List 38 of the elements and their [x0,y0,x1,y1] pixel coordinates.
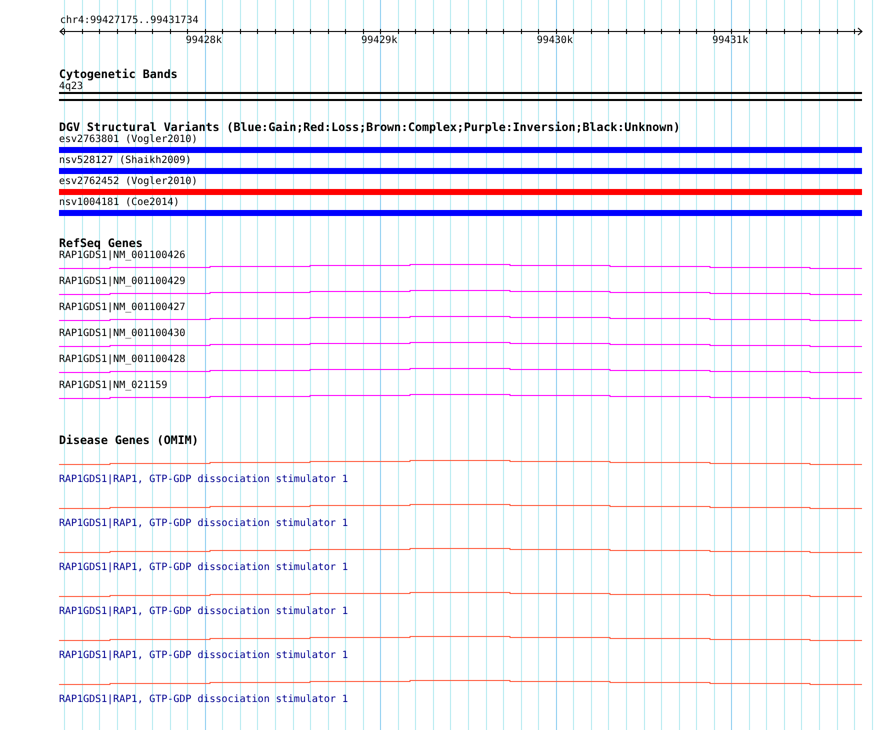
disease-gene-line[interactable] [59,502,862,510]
tick-label: 99430k [536,35,573,47]
gene-label[interactable]: RAP1GDS1|NM_001100429 [59,276,186,288]
gene-line[interactable] [59,288,862,296]
gene-line[interactable] [59,366,862,374]
disease-gene-line[interactable] [59,678,862,686]
track-title: Disease Genes (OMIM) [59,434,199,447]
disease-gene-line[interactable] [59,634,862,642]
track-title: RefSeq Genes [59,237,143,250]
disease-gene-label[interactable]: RAP1GDS1|RAP1, GTP-GDP dissociation stimulator 1 [59,518,348,530]
tick-label: 99429k [361,35,398,47]
variant-label[interactable]: nsv1004181 (Coe2014) [59,197,180,209]
gene-line[interactable] [59,392,862,400]
genomic-range: chr4:99427175..99431734 [60,15,198,27]
gene-label[interactable]: RAP1GDS1|NM_001100428 [59,354,186,366]
gene-label[interactable]: RAP1GDS1|NM_021159 [59,380,168,392]
gene-line[interactable] [59,340,862,348]
track-title: DGV Structural Variants (Blue:Gain;Red:Loss;Brown:Complex;Purple:Inversion;Black:Unknown) [59,121,680,134]
disease-gene-line[interactable] [59,590,862,598]
tick-label: 99431k [712,35,748,47]
gene-label[interactable]: RAP1GDS1|NM_001100427 [59,302,186,314]
band-label: 4q23 [59,81,84,93]
gene-label[interactable]: RAP1GDS1|NM_001100426 [59,250,186,262]
track-title: Cytogenetic Bands [59,68,178,81]
disease-gene-label[interactable]: RAP1GDS1|RAP1, GTP-GDP dissociation stimulator 1 [59,650,348,662]
disease-gene-label[interactable]: RAP1GDS1|RAP1, GTP-GDP dissociation stimulator 1 [59,694,348,706]
variant-label[interactable]: nsv528127 (Shaikh2009) [59,155,192,167]
disease-gene-line[interactable] [59,458,862,466]
disease-gene-line[interactable] [59,546,862,554]
disease-gene-label[interactable]: RAP1GDS1|RAP1, GTP-GDP dissociation stimulator 1 [59,474,348,486]
gene-label[interactable]: RAP1GDS1|NM_001100430 [59,328,186,340]
disease-gene-label[interactable]: RAP1GDS1|RAP1, GTP-GDP dissociation stimulator 1 [59,606,348,618]
gene-line[interactable] [59,314,862,322]
tick-label: 99428k [186,35,222,47]
variant-label[interactable]: esv2762452 (Vogler2010) [59,176,198,188]
disease-gene-label[interactable]: RAP1GDS1|RAP1, GTP-GDP dissociation stimulator 1 [59,562,348,574]
variant-label[interactable]: esv2763801 (Vogler2010) [59,134,198,146]
gene-line[interactable] [59,262,862,270]
